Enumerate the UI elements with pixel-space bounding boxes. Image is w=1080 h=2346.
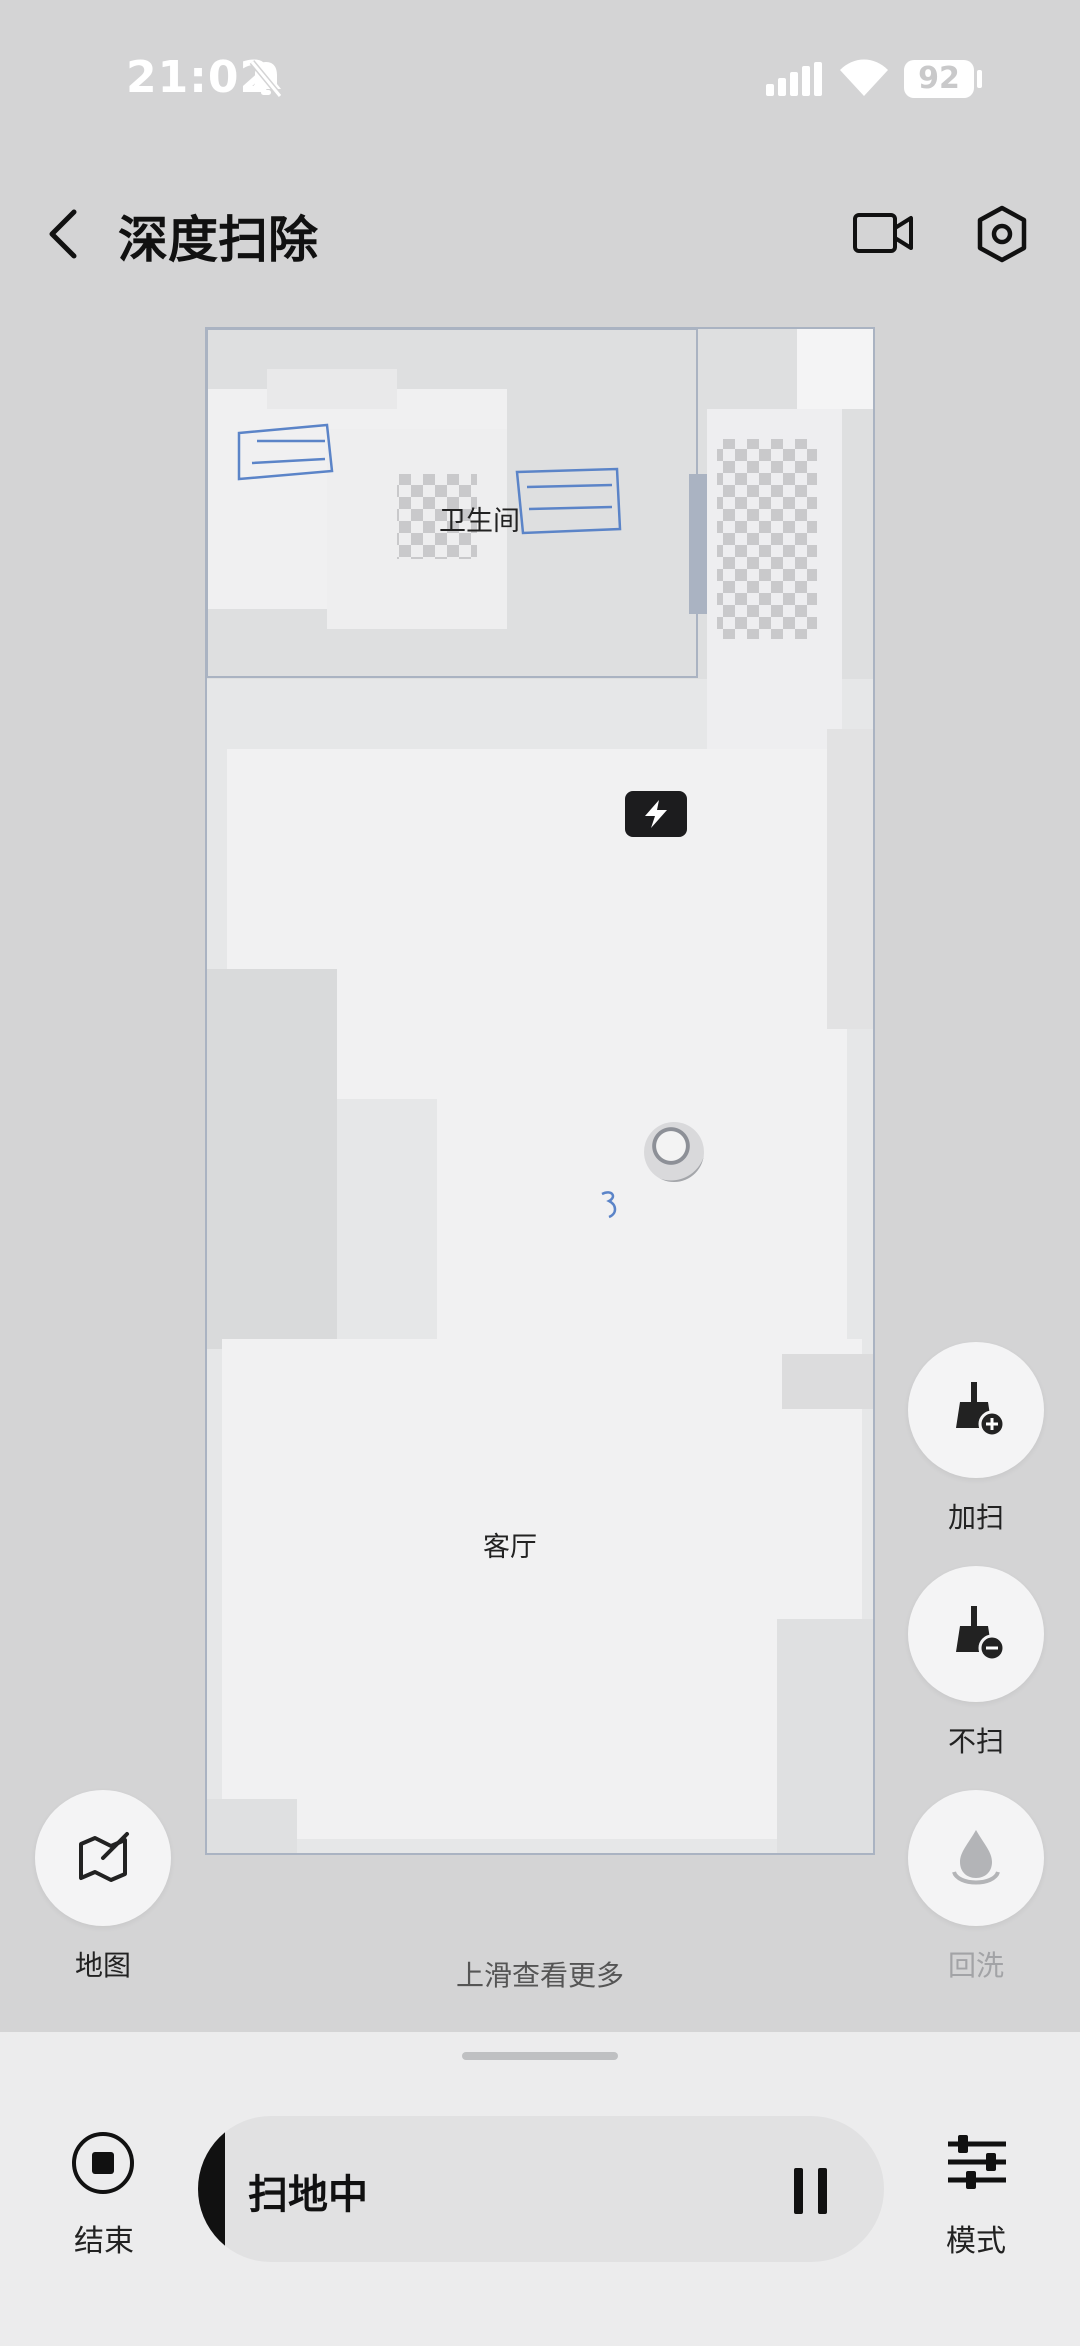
charging-dock-icon <box>625 791 687 837</box>
water-drop-icon <box>952 1830 1000 1885</box>
rewash-button[interactable] <box>908 1790 1044 1926</box>
pause-icon[interactable] <box>790 2166 834 2216</box>
end-label: 结束 <box>74 2224 134 2259</box>
room-label-bathroom[interactable]: 卫生间 <box>439 499 520 538</box>
no-sweep-button[interactable] <box>908 1566 1044 1702</box>
swipe-up-hint: 上滑查看更多 <box>455 1959 624 1992</box>
status-bar: 21:02 92 <box>0 0 1080 160</box>
cellular-signal-icon <box>766 62 822 96</box>
mode-sliders-icon[interactable] <box>946 2134 1008 2190</box>
video-camera-icon[interactable] <box>852 208 914 258</box>
back-icon[interactable] <box>44 204 84 264</box>
robot-position-icon <box>644 1122 704 1182</box>
mode-label: 模式 <box>946 2224 1006 2259</box>
bell-muted-icon <box>249 60 283 98</box>
map-edit-icon <box>79 1832 129 1882</box>
battery-indicator: 92 <box>904 60 974 98</box>
wifi-icon <box>840 59 888 96</box>
add-sweep-button[interactable] <box>908 1342 1044 1478</box>
cleaning-map[interactable]: 卫生间 客厅 <box>205 327 875 1855</box>
settings-hexagon-icon[interactable] <box>974 204 1030 264</box>
map-canvas <box>207 329 873 1853</box>
cleaning-progress-fill <box>198 2116 226 2262</box>
map-button[interactable] <box>35 1790 171 1926</box>
page-title: 深度扫除 <box>118 211 318 269</box>
add-sweep-label: 加扫 <box>947 1501 1004 1534</box>
top-bar: 深度扫除 <box>0 190 1080 280</box>
no-sweep-label: 不扫 <box>947 1725 1004 1758</box>
cleaning-status-bar[interactable]: 扫地中 <box>198 2116 884 2262</box>
broom-plus-icon <box>956 1382 1006 1438</box>
cleaning-status-text: 扫地中 <box>248 2172 368 2218</box>
stop-icon[interactable] <box>70 2130 136 2196</box>
drag-handle[interactable] <box>462 2052 618 2060</box>
room-label-living-room[interactable]: 客厅 <box>483 1525 537 1564</box>
broom-minus-icon <box>956 1606 1006 1662</box>
bottom-control-panel: 结束 扫地中 模式 <box>0 2032 1080 2346</box>
battery-tip <box>977 70 982 88</box>
